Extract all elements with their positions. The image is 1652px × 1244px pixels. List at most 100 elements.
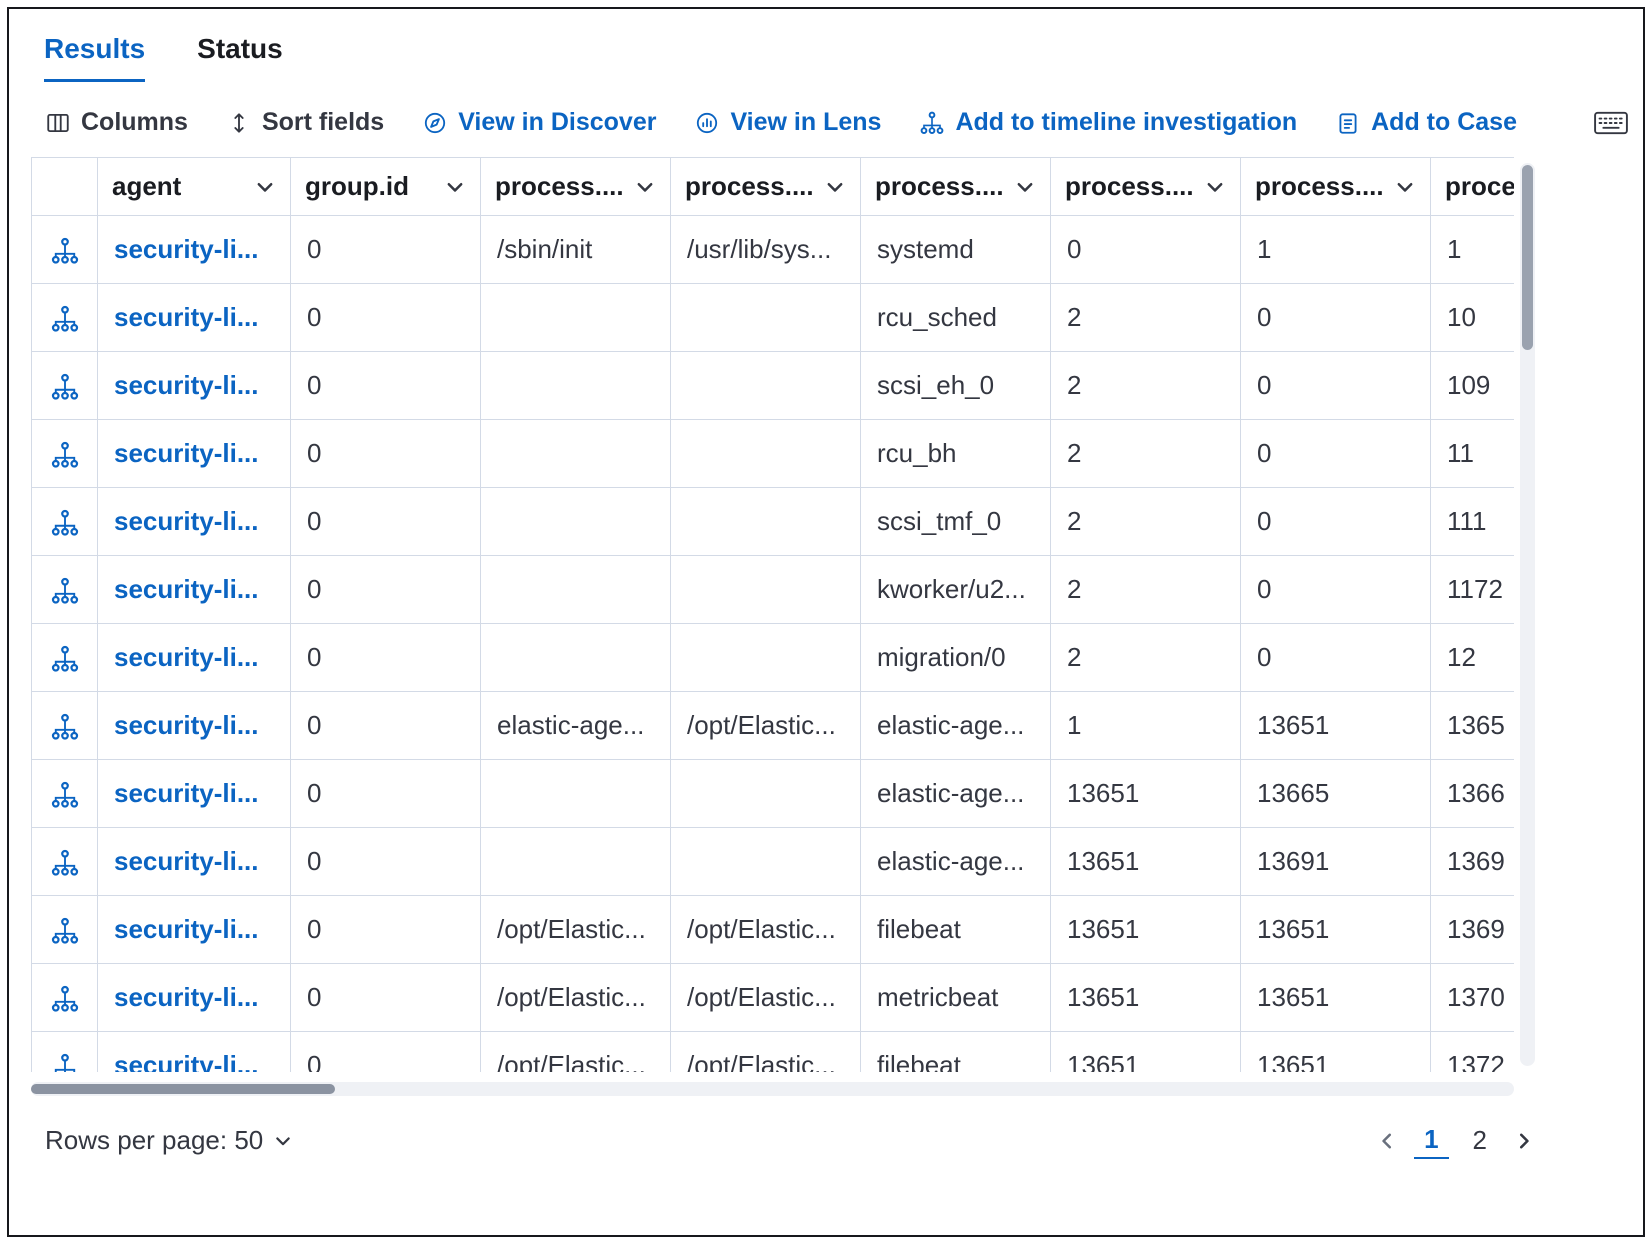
grid-cell[interactable]: elastic-age... — [861, 828, 1051, 896]
grid-cell[interactable]: 2 — [1051, 420, 1241, 488]
page-2-button[interactable]: 2 — [1463, 1123, 1497, 1158]
grid-cell[interactable]: 111 — [1431, 488, 1515, 556]
column-header-process-2[interactable]: process.... — [671, 158, 861, 216]
grid-cell[interactable]: 13651 — [1051, 964, 1241, 1032]
column-header-process-6[interactable]: process.... — [1431, 158, 1515, 216]
grid-cell[interactable] — [671, 760, 861, 828]
open-in-timeline-button[interactable] — [32, 896, 98, 964]
grid-cell[interactable]: 13651 — [1051, 896, 1241, 964]
grid-cell[interactable]: 1369 — [1431, 896, 1515, 964]
grid-cell[interactable] — [671, 352, 861, 420]
grid-cell-agent[interactable]: security-li... — [98, 284, 291, 352]
horizontal-scrollbar[interactable] — [31, 1082, 1514, 1096]
open-in-timeline-button[interactable] — [32, 760, 98, 828]
open-in-timeline-button[interactable] — [32, 284, 98, 352]
grid-cell[interactable]: 109 — [1431, 352, 1515, 420]
grid-cell[interactable]: 1 — [1431, 216, 1515, 284]
grid-cell[interactable]: 2 — [1051, 624, 1241, 692]
agent-link[interactable]: security-li... — [114, 438, 259, 468]
agent-link[interactable]: security-li... — [114, 1050, 259, 1072]
view-in-discover-button[interactable]: View in Discover — [422, 108, 656, 137]
grid-cell[interactable]: 1366 — [1431, 760, 1515, 828]
grid-cell[interactable]: 1 — [1241, 216, 1431, 284]
grid-cell[interactable]: 0 — [1241, 420, 1431, 488]
agent-link[interactable]: security-li... — [114, 778, 259, 808]
grid-cell[interactable]: 0 — [291, 284, 481, 352]
previous-page-button[interactable] — [1374, 1128, 1400, 1154]
grid-cell[interactable]: scsi_tmf_0 — [861, 488, 1051, 556]
open-in-timeline-button[interactable] — [32, 1032, 98, 1073]
grid-cell[interactable] — [481, 284, 671, 352]
chevron-down-icon[interactable] — [1394, 176, 1416, 198]
grid-cell[interactable]: 0 — [291, 624, 481, 692]
grid-cell-agent[interactable]: security-li... — [98, 1032, 291, 1073]
grid-cell[interactable]: 0 — [291, 760, 481, 828]
grid-cell[interactable]: 0 — [291, 964, 481, 1032]
grid-cell[interactable]: /usr/lib/sys... — [671, 216, 861, 284]
add-to-timeline-button[interactable]: Add to timeline investigation — [919, 108, 1297, 137]
agent-link[interactable]: security-li... — [114, 234, 259, 264]
grid-cell[interactable]: /opt/Elastic... — [481, 1032, 671, 1073]
grid-cell[interactable]: rcu_sched — [861, 284, 1051, 352]
view-in-lens-button[interactable]: View in Lens — [694, 108, 881, 137]
agent-link[interactable]: security-li... — [114, 982, 259, 1012]
column-header-process-3[interactable]: process.... — [861, 158, 1051, 216]
grid-cell-agent[interactable]: security-li... — [98, 896, 291, 964]
grid-cell[interactable]: elastic-age... — [861, 760, 1051, 828]
grid-cell[interactable]: 13651 — [1051, 828, 1241, 896]
open-in-timeline-button[interactable] — [32, 488, 98, 556]
grid-cell[interactable] — [481, 352, 671, 420]
agent-link[interactable]: security-li... — [114, 302, 259, 332]
grid-cell[interactable]: 0 — [1241, 352, 1431, 420]
keyboard-shortcuts-button[interactable] — [1593, 109, 1629, 137]
grid-cell[interactable]: 13651 — [1051, 1032, 1241, 1073]
grid-cell[interactable]: 0 — [291, 420, 481, 488]
rows-per-page-button[interactable]: Rows per page: 50 — [45, 1125, 293, 1156]
grid-cell-agent[interactable]: security-li... — [98, 352, 291, 420]
grid-cell[interactable] — [671, 556, 861, 624]
agent-link[interactable]: security-li... — [114, 914, 259, 944]
agent-link[interactable]: security-li... — [114, 846, 259, 876]
grid-cell[interactable]: 2 — [1051, 284, 1241, 352]
add-to-case-button[interactable]: Add to Case — [1335, 108, 1517, 137]
grid-cell[interactable]: scsi_eh_0 — [861, 352, 1051, 420]
grid-cell[interactable]: 12 — [1431, 624, 1515, 692]
grid-cell[interactable]: 10 — [1431, 284, 1515, 352]
grid-cell[interactable]: 0 — [291, 828, 481, 896]
agent-link[interactable]: security-li... — [114, 710, 259, 740]
grid-cell[interactable]: 1 — [1051, 692, 1241, 760]
grid-cell[interactable]: 13665 — [1241, 760, 1431, 828]
chevron-down-icon[interactable] — [1204, 176, 1226, 198]
grid-cell[interactable]: /opt/Elastic... — [671, 692, 861, 760]
grid-cell[interactable]: 13651 — [1241, 964, 1431, 1032]
agent-link[interactable]: security-li... — [114, 506, 259, 536]
tab-results[interactable]: Results — [44, 33, 145, 82]
grid-cell[interactable] — [671, 624, 861, 692]
grid-cell[interactable]: 2 — [1051, 556, 1241, 624]
open-in-timeline-button[interactable] — [32, 692, 98, 760]
open-in-timeline-button[interactable] — [32, 624, 98, 692]
grid-cell[interactable]: 1372 — [1431, 1032, 1515, 1073]
grid-cell[interactable]: 0 — [291, 352, 481, 420]
grid-cell[interactable]: 0 — [1241, 284, 1431, 352]
column-header-process-4[interactable]: process.... — [1051, 158, 1241, 216]
agent-link[interactable]: security-li... — [114, 642, 259, 672]
sort-fields-button[interactable]: Sort fields — [226, 108, 384, 137]
vertical-scrollbar-thumb[interactable] — [1522, 165, 1533, 350]
grid-cell[interactable]: 0 — [291, 216, 481, 284]
columns-button[interactable]: Columns — [45, 108, 188, 137]
agent-link[interactable]: security-li... — [114, 370, 259, 400]
grid-cell-agent[interactable]: security-li... — [98, 420, 291, 488]
column-header-agent[interactable]: agent — [98, 158, 291, 216]
chevron-down-icon[interactable] — [254, 176, 276, 198]
page-1-button[interactable]: 1 — [1414, 1122, 1448, 1159]
open-in-timeline-button[interactable] — [32, 828, 98, 896]
grid-cell[interactable]: 0 — [291, 896, 481, 964]
column-header-group-id[interactable]: group.id — [291, 158, 481, 216]
grid-cell-agent[interactable]: security-li... — [98, 556, 291, 624]
tab-status[interactable]: Status — [197, 33, 283, 82]
grid-cell[interactable]: elastic-age... — [481, 692, 671, 760]
grid-cell[interactable]: 1369 — [1431, 828, 1515, 896]
open-in-timeline-button[interactable] — [32, 352, 98, 420]
grid-cell[interactable] — [481, 488, 671, 556]
